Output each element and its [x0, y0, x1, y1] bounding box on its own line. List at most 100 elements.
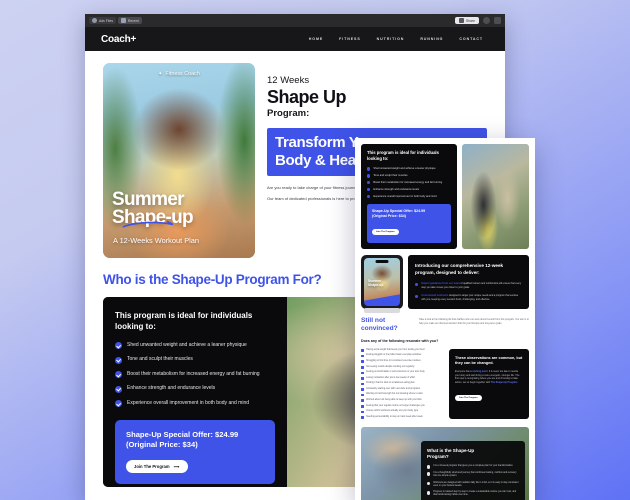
bullet-icon — [427, 491, 431, 495]
site-navbar: Coach+ HOME FITNESS NUTRITION RUNNING CO… — [85, 27, 505, 51]
bullet-icon — [361, 399, 364, 403]
overlay-convinced-item: Worried about not being able to keep up … — [366, 399, 422, 402]
globe-icon — [92, 18, 97, 23]
overlay-deliver-item: Customized workouts designed to target y… — [421, 294, 522, 301]
bolt-icon: ✦ — [158, 70, 163, 77]
browser-tab-ads-files[interactable]: Ads Files — [89, 17, 117, 24]
hero-program-label: Program: — [267, 108, 310, 120]
share-button[interactable]: Share — [454, 17, 479, 24]
overlay-row-deliver: Summer Shape-up Introducing our comprehe… — [361, 255, 529, 314]
overlay-convinced-item: Having extra weight that keeps you from … — [366, 348, 425, 351]
overlay-convinced-heading: Still not convinced? — [361, 317, 413, 333]
nav-link-nutrition[interactable]: NUTRITION — [377, 37, 405, 41]
check-icon — [415, 282, 419, 287]
overlay-observations-body: Everyone has a starting point. It is nev… — [455, 370, 523, 384]
list-item: Finding it hard to stick to a balanced e… — [361, 382, 443, 386]
join-program-button[interactable]: Join The Program ⟶ — [126, 459, 188, 473]
list-item: Feeling uncomfortable or self-conscious … — [361, 371, 443, 375]
overlay-convinced-item: Feeling sluggish or tired after basic ev… — [366, 354, 422, 357]
check-icon — [367, 195, 371, 199]
overlay-convinced-item: Unsure which workouts actually suit your… — [366, 410, 419, 413]
list-item: Worried about not being able to keep up … — [361, 399, 443, 403]
list-item: Workouts are designed with realistic dai… — [427, 482, 519, 488]
overlay-deliver-title: Introducing our comprehensive 12-week pr… — [415, 263, 504, 275]
list-item: It is a thoughtfully structured journey … — [427, 472, 519, 478]
nav-link-home[interactable]: HOME — [309, 37, 323, 41]
list-item: Enhance strength and endurance levels — [367, 188, 451, 192]
hero-badge-label: Fitness Coach — [165, 71, 200, 77]
browser-titlebar: Ads Files Recent Share — [85, 14, 505, 27]
overlay-deliver-item: Expert guidance from our team of qualifi… — [421, 282, 522, 289]
window-icon — [121, 18, 127, 23]
list-item: Tone and sculpt their muscles — [367, 174, 451, 178]
list-item: Experience overall improvement in both b… — [367, 195, 451, 199]
offer-line2: (Original Price: $34) — [126, 440, 198, 450]
feature-item-label: Enhance strength and endurance levels — [127, 385, 216, 392]
check-icon — [367, 188, 371, 192]
overlay-observations-title: These observations are common, but they … — [455, 355, 523, 365]
bullet-icon — [361, 388, 364, 391]
hero-image-card: ✦ Fitness Coach Summer Shape-up A 12-Wee… — [103, 63, 255, 258]
overlay-ideal-item: Experience overall improvement in both b… — [373, 194, 437, 198]
check-icon — [115, 342, 122, 350]
overlay-deliver-list: Expert guidance from our team of qualifi… — [415, 282, 522, 301]
hero-title-line2: Shape-up — [112, 207, 194, 229]
bullet-icon — [361, 393, 364, 397]
hero-headline: Shape Up — [267, 86, 347, 107]
feature-item-label: Tone and sculpt their muscles — [127, 356, 193, 363]
overlay-whatis-card: What is the Shape-Up Program? It is a 12… — [421, 440, 525, 500]
upload-icon — [458, 18, 464, 23]
browser-tab-recent[interactable]: Recent — [118, 17, 142, 24]
bullet-icon — [361, 382, 364, 386]
hero-subtitle: A 12-Weeks Workout Plan — [113, 236, 199, 245]
offer-line1: Shape-Up Special Offer: $24.99 — [126, 430, 239, 440]
hero-title-line2-wrap: Shape-up — [112, 207, 194, 229]
check-icon — [115, 385, 122, 393]
list-item: Boost their metabolism for increased ene… — [367, 181, 451, 185]
overlay-offer-box: Shape-Up Special Offer: $24.99 (Original… — [367, 204, 451, 244]
offer-box: Shape-Up Special Offer: $24.99 (Original… — [115, 420, 275, 484]
overlay-whatis-item: It is a 12-week program that gives you a… — [433, 465, 514, 468]
bullet-icon — [361, 354, 364, 358]
bullet-icon — [361, 349, 364, 352]
list-item: Shed unwanted weight and achieve a leane… — [115, 342, 275, 350]
overlay-convinced-list: Having extra weight that keeps you from … — [361, 349, 443, 419]
overlay-convinced-row: Having extra weight that keeps you from … — [361, 348, 529, 419]
arrow-right-icon: ⟶ — [173, 463, 180, 469]
overlay-convinced-item: Struggling to find time for consistent e… — [366, 360, 421, 363]
settings-icon[interactable] — [483, 17, 490, 24]
nav-link-contact[interactable]: CONTACT — [459, 37, 483, 41]
list-item: Losing motivation after just a few weeks… — [361, 377, 443, 380]
bullet-icon — [427, 481, 431, 486]
overlay-whatis-list: It is a 12-week program that gives you a… — [427, 465, 519, 500]
overlay-whatis-title-line2: Program? — [427, 453, 449, 459]
list-item: Tone and sculpt their muscles — [115, 356, 275, 364]
obs-body-link[interactable]: The Shape-Up Program — [491, 381, 518, 384]
list-item: Struggling to find time for consistent e… — [361, 360, 443, 363]
overlay-convinced-header: Still not convinced? Take a look at the … — [361, 317, 529, 333]
list-item: Wanting to build strength but not knowin… — [361, 393, 443, 397]
bullet-icon — [427, 472, 431, 476]
overlay-observations-cta[interactable]: Join The Program — [455, 394, 482, 401]
overlay-convinced-item: Needing accountability to stay on track … — [366, 415, 423, 418]
overlay-observations-card: These observations are common, but they … — [449, 348, 529, 419]
list-item: Shed unwanted weight and achieve a leane… — [367, 167, 451, 171]
overlay-whatis-title: What is the Shape-Up Program? — [427, 448, 519, 460]
nav-link-running[interactable]: RUNNING — [420, 37, 443, 41]
phone-screen: Summer Shape-up — [364, 258, 400, 307]
list-item: Customized workouts designed to target y… — [415, 294, 522, 301]
overlay-ideal-item: Enhance strength and endurance levels — [373, 187, 420, 191]
list-item: Enhance strength and endurance levels — [115, 385, 275, 393]
overlay-convinced-item: Constantly starting over with new diets … — [366, 387, 421, 390]
list-item: Having extra weight that keeps you from … — [361, 349, 443, 352]
overlay-join-button[interactable]: Join The Program — [372, 229, 399, 236]
bullet-icon — [361, 405, 364, 408]
overlay-convinced-paragraph: Take a look at the following list that c… — [419, 318, 529, 326]
nav-link-fitness[interactable]: FITNESS — [339, 37, 360, 41]
check-icon — [367, 181, 371, 185]
overlay-row-ideal: This program is ideal for individuals lo… — [361, 144, 529, 250]
site-logo[interactable]: Coach+ — [101, 34, 136, 45]
browser-tab-label: Recent — [128, 18, 139, 23]
menu-icon[interactable] — [494, 17, 501, 24]
browser-tabs: Ads Files Recent — [89, 17, 142, 24]
